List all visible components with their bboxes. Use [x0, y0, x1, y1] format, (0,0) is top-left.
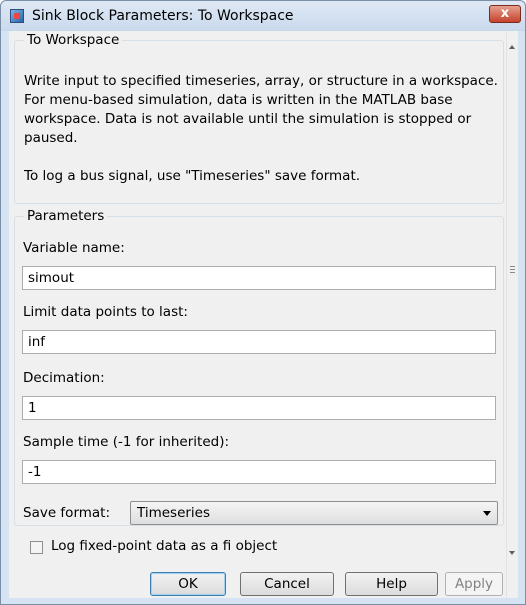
- decimation-label: Decimation:: [23, 370, 105, 386]
- fixed-point-checkbox-label[interactable]: Log fixed-point data as a fi object: [51, 538, 277, 554]
- scrollbar-grip-icon[interactable]: [510, 266, 515, 273]
- limit-data-points-input[interactable]: inf: [22, 330, 496, 354]
- block-description: Write input to specified timeseries, arr…: [24, 72, 499, 186]
- parameters-group-title: Parameters: [24, 208, 108, 224]
- cancel-button[interactable]: Cancel: [240, 572, 334, 596]
- ok-button[interactable]: OK: [150, 572, 226, 596]
- description-note: To log a bus signal, use "Timeseries" sa…: [24, 168, 361, 184]
- scrollable-content: To Workspace Write input to specified ti…: [9, 31, 505, 598]
- title-bar[interactable]: Sink Block Parameters: To Workspace x: [1, 1, 525, 31]
- vertical-scrollbar[interactable]: [506, 31, 518, 598]
- simulink-block-icon: [10, 9, 24, 23]
- save-format-value: Timeseries: [137, 505, 211, 521]
- chevron-down-icon: [483, 511, 491, 516]
- apply-button[interactable]: Apply: [445, 572, 503, 596]
- variable-name-input[interactable]: simout: [22, 266, 496, 290]
- save-format-label: Save format:: [23, 505, 111, 521]
- window-title: Sink Block Parameters: To Workspace: [32, 8, 294, 24]
- save-format-select[interactable]: Timeseries: [130, 501, 498, 525]
- block-group-title: To Workspace: [24, 32, 123, 48]
- scroll-up-arrow-icon[interactable]: [509, 45, 515, 49]
- close-button[interactable]: x: [489, 5, 521, 23]
- sample-time-label: Sample time (-1 for inherited):: [23, 434, 230, 450]
- sample-time-input[interactable]: -1: [22, 460, 496, 484]
- limit-data-points-label: Limit data points to last:: [23, 304, 188, 320]
- fixed-point-checkbox[interactable]: [30, 541, 43, 554]
- variable-name-label: Variable name:: [23, 240, 125, 256]
- help-button[interactable]: Help: [345, 572, 438, 596]
- description-paragraph: Write input to specified timeseries, arr…: [24, 73, 498, 146]
- scroll-down-arrow-icon[interactable]: [509, 551, 515, 555]
- dialog-client-area: To Workspace Write input to specified ti…: [9, 31, 518, 598]
- dialog-window: Sink Block Parameters: To Workspace x To…: [0, 0, 526, 605]
- decimation-input[interactable]: 1: [22, 396, 496, 420]
